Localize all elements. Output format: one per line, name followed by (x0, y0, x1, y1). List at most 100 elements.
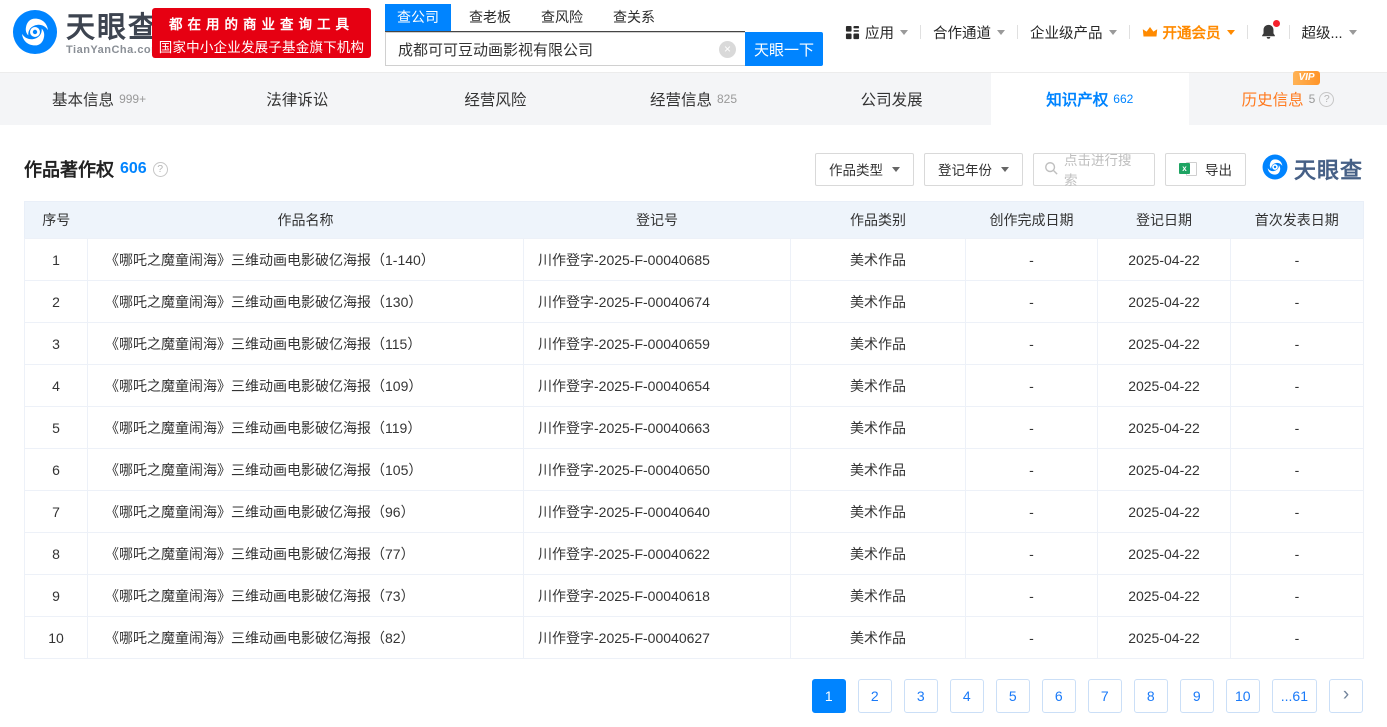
next-page-button[interactable]: › (1329, 679, 1363, 713)
page-button-4[interactable]: 4 (950, 679, 984, 713)
menu-item-partner[interactable]: 合作通道 (933, 22, 1005, 43)
table-row: 4《哪吒之魔童闹海》三维动画电影破亿海报（109）川作登字-2025-F-000… (25, 365, 1364, 407)
page-button-1[interactable]: 1 (812, 679, 846, 713)
page-button-2[interactable]: 2 (858, 679, 892, 713)
nav-tab[interactable]: 法律诉讼 (198, 73, 396, 125)
nav-tab-badge: 662 (1113, 92, 1133, 106)
help-icon[interactable]: ? (153, 162, 168, 177)
col-creation-date: - (966, 449, 1098, 491)
col-work-name: 《哪吒之魔童闹海》三维动画电影破亿海报（73） (88, 575, 524, 617)
nav-tab[interactable]: 公司发展 (793, 73, 991, 125)
col-index: 9 (25, 575, 88, 617)
watermark-logo: 天眼查 (1262, 153, 1363, 185)
menu-item-vip[interactable]: 开通会员 (1142, 22, 1235, 43)
chevron-down-icon (1227, 30, 1235, 35)
col-work-name: 《哪吒之魔童闹海》三维动画电影破亿海报（130） (88, 281, 524, 323)
nav-tab[interactable]: 经营风险 (396, 73, 594, 125)
export-button[interactable]: x 导出 (1165, 153, 1246, 186)
table-search-input[interactable]: 点击进行搜索 (1033, 153, 1155, 186)
col-index: 10 (25, 617, 88, 659)
table-row: 5《哪吒之魔童闹海》三维动画电影破亿海报（119）川作登字-2025-F-000… (25, 407, 1364, 449)
col-index: 4 (25, 365, 88, 407)
page-button-9[interactable]: 9 (1180, 679, 1214, 713)
clear-icon[interactable]: × (719, 41, 736, 58)
nav-tab-label: 历史信息VIP (1242, 88, 1304, 110)
col-index: 3 (25, 323, 88, 365)
nav-tab[interactable]: 经营信息825 (594, 73, 792, 125)
page-button-5[interactable]: 5 (996, 679, 1030, 713)
divider (1247, 25, 1248, 39)
search-icon (1044, 161, 1058, 178)
col-publish-date: - (1231, 575, 1364, 617)
col-creation-date: - (966, 365, 1098, 407)
search-tab[interactable]: 查公司 (385, 4, 451, 31)
chevron-down-icon (997, 30, 1005, 35)
chevron-down-icon (1001, 167, 1009, 172)
col-work-name: 《哪吒之魔童闹海》三维动画电影破亿海报（109） (88, 365, 524, 407)
brand-domain: TianYanCha.com (66, 44, 161, 56)
notification-bell-icon[interactable] (1260, 23, 1277, 41)
menu-label-enterprise: 企业级产品 (1030, 22, 1103, 43)
nav-tab[interactable]: 基本信息999+ (0, 73, 198, 125)
search-tab[interactable]: 查老板 (457, 4, 523, 31)
page-button-7[interactable]: 7 (1088, 679, 1122, 713)
divider (1017, 25, 1018, 39)
col-index: 7 (25, 491, 88, 533)
col-reg-number: 川作登字-2025-F-00040627 (524, 617, 791, 659)
col-reg-date: 2025-04-22 (1098, 323, 1231, 365)
export-label: 导出 (1205, 159, 1232, 179)
col-reg-number: 川作登字-2025-F-00040618 (524, 575, 791, 617)
chevron-down-icon (1109, 30, 1117, 35)
menu-label-apps: 应用 (865, 22, 894, 43)
table-row: 1《哪吒之魔童闹海》三维动画电影破亿海报（1-140）川作登字-2025-F-0… (25, 239, 1364, 281)
search-tab[interactable]: 查风险 (529, 4, 595, 31)
col-category: 美术作品 (791, 407, 966, 449)
page-button-10[interactable]: 10 (1226, 679, 1260, 713)
nav-tab-label: 知识产权 (1046, 88, 1108, 110)
chevron-down-icon (1349, 30, 1357, 35)
table-column-header: 作品名称 (88, 202, 524, 239)
watermark-logo-icon (1262, 154, 1288, 185)
top-menu: 应用 合作通道 企业级产品 开通会员 (845, 0, 1357, 64)
menu-item-super[interactable]: 超级... (1302, 22, 1357, 43)
nav-tab-badge: 825 (717, 92, 737, 106)
watermark-text: 天眼查 (1294, 153, 1363, 185)
col-index: 2 (25, 281, 88, 323)
col-work-name: 《哪吒之魔童闹海》三维动画电影破亿海报（1-140） (88, 239, 524, 281)
table-row: 2《哪吒之魔童闹海》三维动画电影破亿海报（130）川作登字-2025-F-000… (25, 281, 1364, 323)
page-button-8[interactable]: 8 (1134, 679, 1168, 713)
col-index: 5 (25, 407, 88, 449)
menu-item-apps[interactable]: 应用 (845, 22, 908, 43)
col-index: 8 (25, 533, 88, 575)
company-search-input[interactable] (385, 32, 745, 66)
col-work-name: 《哪吒之魔童闹海》三维动画电影破亿海报（115） (88, 323, 524, 365)
tianyancha-logo[interactable]: 天眼查 TianYanCha.com (12, 9, 161, 60)
col-work-name: 《哪吒之魔童闹海》三维动画电影破亿海报（77） (88, 533, 524, 575)
divider (920, 25, 921, 39)
search-tabs: 查公司查老板查风险查关系 (385, 4, 745, 32)
help-icon[interactable]: ? (1319, 92, 1334, 107)
col-category: 美术作品 (791, 575, 966, 617)
divider (1289, 25, 1290, 39)
menu-item-enterprise[interactable]: 企业级产品 (1030, 22, 1117, 43)
work-type-filter-label: 作品类型 (829, 159, 883, 179)
nav-tab-badge: 5 (1309, 92, 1316, 106)
work-type-filter-button[interactable]: 作品类型 (815, 153, 914, 186)
page-button-6[interactable]: 6 (1042, 679, 1076, 713)
crown-icon (1142, 25, 1158, 39)
page-button-ellipsis-61[interactable]: ...61 (1272, 679, 1317, 713)
col-index: 1 (25, 239, 88, 281)
table-row: 7《哪吒之魔童闹海》三维动画电影破亿海报（96）川作登字-2025-F-0004… (25, 491, 1364, 533)
page-button-3[interactable]: 3 (904, 679, 938, 713)
promo-line2: 国家中小企业发展子基金旗下机构 (152, 36, 371, 56)
apps-grid-icon (845, 25, 860, 40)
reg-year-filter-button[interactable]: 登记年份 (924, 153, 1023, 186)
table-column-header: 登记日期 (1098, 202, 1231, 239)
nav-tab[interactable]: 历史信息VIP 5? (1189, 73, 1387, 125)
col-creation-date: - (966, 491, 1098, 533)
search-button[interactable]: 天眼一下 (745, 32, 823, 66)
col-reg-number: 川作登字-2025-F-00040659 (524, 323, 791, 365)
search-tab[interactable]: 查关系 (601, 4, 667, 31)
col-publish-date: - (1231, 491, 1364, 533)
nav-tab[interactable]: 知识产权 662 (991, 73, 1189, 125)
